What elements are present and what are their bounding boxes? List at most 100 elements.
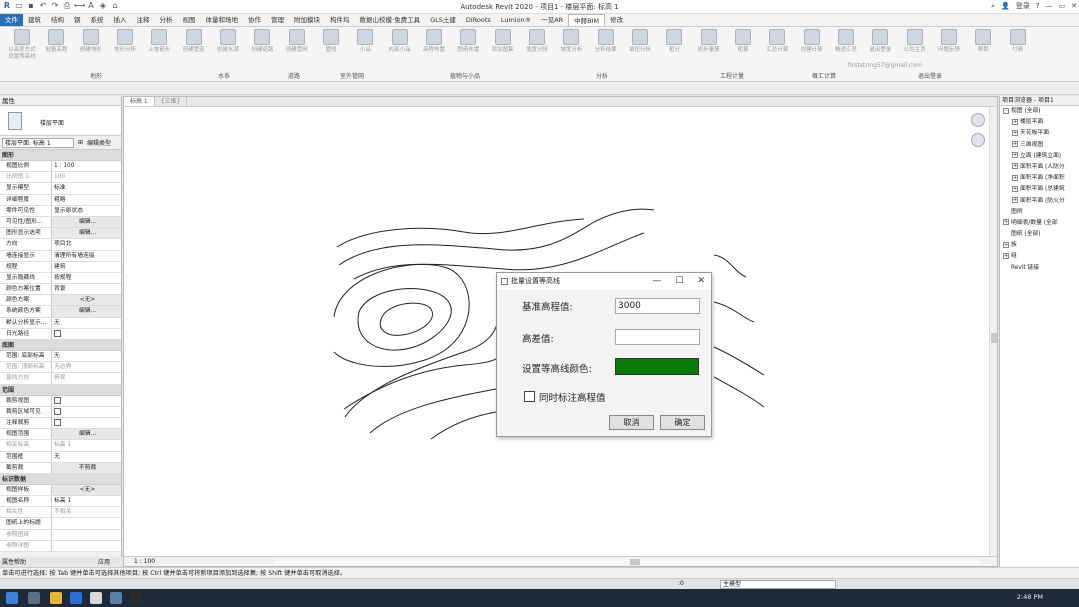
property-checkbox[interactable] xyxy=(54,407,61,415)
ribbon-button[interactable]: 内部小品 xyxy=(384,29,416,69)
ribbon-button[interactable]: 创建管网 xyxy=(281,29,313,69)
property-value[interactable]: 建筑 xyxy=(52,261,121,272)
expand-icon[interactable]: + xyxy=(1003,219,1009,226)
ribbon-button[interactable]: 高程布置 xyxy=(418,29,450,69)
menu-tab[interactable]: 文件 xyxy=(0,14,23,26)
maximize-button[interactable]: ▭ xyxy=(1059,2,1066,10)
expand-icon[interactable]: + xyxy=(1012,141,1018,148)
property-value[interactable] xyxy=(52,518,121,529)
menu-tab[interactable]: 协作 xyxy=(243,14,266,26)
ribbon-button[interactable]: 创建管道 xyxy=(178,29,210,69)
property-value[interactable]: 无 xyxy=(52,317,121,328)
taskview-icon[interactable] xyxy=(28,592,40,604)
expand-icon[interactable]: + xyxy=(1012,197,1018,203)
menu-tab[interactable]: 钢 xyxy=(69,14,86,26)
elevation-diff-input[interactable] xyxy=(615,329,700,345)
tree-node[interactable]: + 族 xyxy=(1000,240,1079,251)
dialog-maximize-button[interactable]: ☐ xyxy=(675,273,683,290)
menu-tab[interactable]: 构件坞 xyxy=(325,14,355,26)
property-value[interactable]: 编辑... xyxy=(52,216,121,228)
ribbon-button[interactable]: 管线 xyxy=(315,29,347,69)
expand-icon[interactable]: + xyxy=(1003,241,1009,248)
ribbon-button[interactable]: 填挖分析 xyxy=(624,29,656,69)
property-value[interactable]: <无> xyxy=(52,295,121,306)
tree-node[interactable]: 图例 xyxy=(1000,207,1079,218)
ribbon-button[interactable]: 创建地形 xyxy=(75,29,107,69)
property-value[interactable] xyxy=(52,417,121,429)
contour-color-swatch[interactable] xyxy=(615,358,699,375)
instance-selector[interactable]: 楼层平面: 标高 1 xyxy=(2,137,74,148)
property-category[interactable]: 图形 xyxy=(0,150,121,161)
menu-tab[interactable]: 附加模块 xyxy=(289,14,325,26)
property-value[interactable]: 无 xyxy=(52,351,121,362)
property-value[interactable] xyxy=(52,406,121,417)
view-scale[interactable]: 1 : 100 xyxy=(134,558,155,565)
horizontal-scrollbar[interactable] xyxy=(274,559,980,565)
property-value[interactable] xyxy=(52,395,121,406)
ribbon-button[interactable]: 创建计算 xyxy=(796,29,828,69)
property-category[interactable]: 标识数据 xyxy=(0,473,121,485)
property-checkbox[interactable] xyxy=(54,396,61,404)
ribbon-button[interactable]: 付费 xyxy=(1002,29,1034,69)
property-value[interactable]: 显示原状态 xyxy=(52,205,121,216)
edge-icon[interactable] xyxy=(70,592,82,604)
property-value[interactable]: 粗略 xyxy=(52,194,121,205)
property-checkbox[interactable] xyxy=(54,418,61,426)
tree-node[interactable]: + 组 xyxy=(1000,251,1079,262)
tree-node[interactable]: + 面积平面 (总建筑 xyxy=(1000,184,1079,195)
property-value[interactable]: 标高 1 xyxy=(52,496,121,507)
steering-wheel-icon[interactable] xyxy=(971,113,985,127)
tree-node[interactable]: + 明细表/数量 (全部 xyxy=(1000,218,1079,229)
menu-tab[interactable]: 结构 xyxy=(46,14,69,26)
property-category[interactable]: 范围 xyxy=(0,384,121,396)
tree-node[interactable]: + 面积平面 (净面积 xyxy=(1000,173,1079,184)
menu-tab[interactable]: 分析 xyxy=(155,14,178,26)
ribbon-button[interactable]: 问题反馈 xyxy=(933,29,965,69)
zoom-icon[interactable] xyxy=(971,133,985,147)
minimize-button[interactable]: — xyxy=(1046,2,1053,10)
menu-tab[interactable]: DiRoots xyxy=(461,14,496,26)
model-selector[interactable]: 主模型 xyxy=(720,580,836,589)
tree-node[interactable]: + 天花板平面 xyxy=(1000,128,1079,139)
menu-tab[interactable]: 体量和场地 xyxy=(201,14,244,26)
property-value[interactable]: 编辑... xyxy=(52,306,121,317)
base-elevation-input[interactable]: 3000 xyxy=(615,298,700,314)
menu-tab[interactable]: 视图 xyxy=(178,14,201,26)
menu-tab[interactable]: 插入 xyxy=(109,14,132,26)
expand-icon[interactable]: + xyxy=(1012,174,1018,181)
search-icon[interactable]: ⌕ xyxy=(991,2,995,11)
expand-icon[interactable]: + xyxy=(1012,163,1018,170)
vertical-scrollbar[interactable] xyxy=(989,107,997,559)
ribbon-button[interactable]: 地形分析 xyxy=(109,29,141,69)
ribbon-button[interactable]: 粗分 xyxy=(658,29,690,69)
close-button[interactable]: ✕ xyxy=(1071,2,1077,10)
ribbon-button[interactable]: 初步量算 xyxy=(693,29,725,69)
app-taskbar-icon[interactable] xyxy=(130,592,142,604)
login-link[interactable]: 登录 xyxy=(1016,1,1030,11)
menu-tab[interactable]: 数据山校模·免费工具 xyxy=(355,14,426,26)
menu-tab[interactable]: 系统 xyxy=(86,14,109,26)
tree-node[interactable]: + 楼层平面 xyxy=(1000,117,1079,128)
menu-tab[interactable]: 修改 xyxy=(605,14,628,26)
property-value[interactable]: 1 : 100 xyxy=(52,161,121,172)
tree-node[interactable]: + 立面 (建筑立面) xyxy=(1000,151,1079,162)
menu-tab[interactable]: 管理 xyxy=(266,14,289,26)
edit-type-button[interactable]: 编辑类型 xyxy=(87,138,111,147)
label-elevation-checkbox[interactable] xyxy=(524,391,535,402)
property-value[interactable]: 无 xyxy=(52,451,121,462)
property-category[interactable]: 底图 xyxy=(0,340,121,351)
help-icon[interactable]: ? xyxy=(1036,2,1040,10)
ribbon-button[interactable]: 坡度分析 xyxy=(555,29,587,69)
apply-button[interactable]: 应用 xyxy=(98,557,110,567)
tree-node[interactable]: Revit 链接 xyxy=(1000,263,1079,274)
menu-tab[interactable]: 注释 xyxy=(132,14,155,26)
expand-icon[interactable]: + xyxy=(1003,252,1009,259)
property-value[interactable]: 项目北 xyxy=(52,239,121,250)
dialog-close-button[interactable]: ✕ xyxy=(697,273,705,290)
tree-node[interactable]: - 视图 (全部) xyxy=(1000,106,1079,117)
tab-3d[interactable]: {三维} xyxy=(155,97,188,106)
type-selector[interactable]: 楼层平面 xyxy=(0,106,121,136)
menu-tab[interactable]: 中赫BIM xyxy=(568,14,606,26)
menu-tab[interactable]: 建筑 xyxy=(23,14,46,26)
property-value[interactable]: 不剪裁 xyxy=(52,462,121,473)
